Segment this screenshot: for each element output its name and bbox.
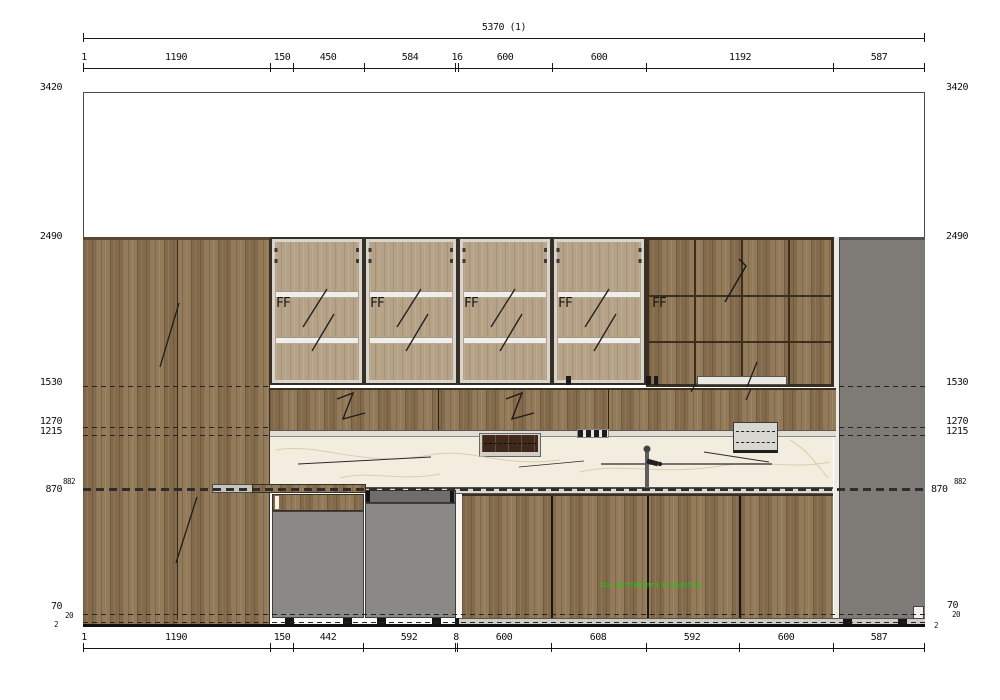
ref-line-870 — [83, 488, 925, 491]
ref-line-1270 — [839, 427, 925, 428]
ref-line-1530 — [839, 386, 925, 387]
ref-line-1215 — [839, 435, 925, 436]
ref-line-20 — [83, 622, 925, 623]
ref-line-70 — [83, 614, 925, 615]
ref-line-1270 — [83, 427, 270, 428]
ref-line-1530 — [83, 386, 270, 387]
kitchen-elevation-drawing: 5370 (1) 1 1190 150 450 584 16 600 600 1… — [0, 0, 1000, 700]
linework-overlay — [0, 0, 1000, 700]
floor-line — [83, 624, 925, 627]
ref-line-1215 — [83, 435, 270, 436]
